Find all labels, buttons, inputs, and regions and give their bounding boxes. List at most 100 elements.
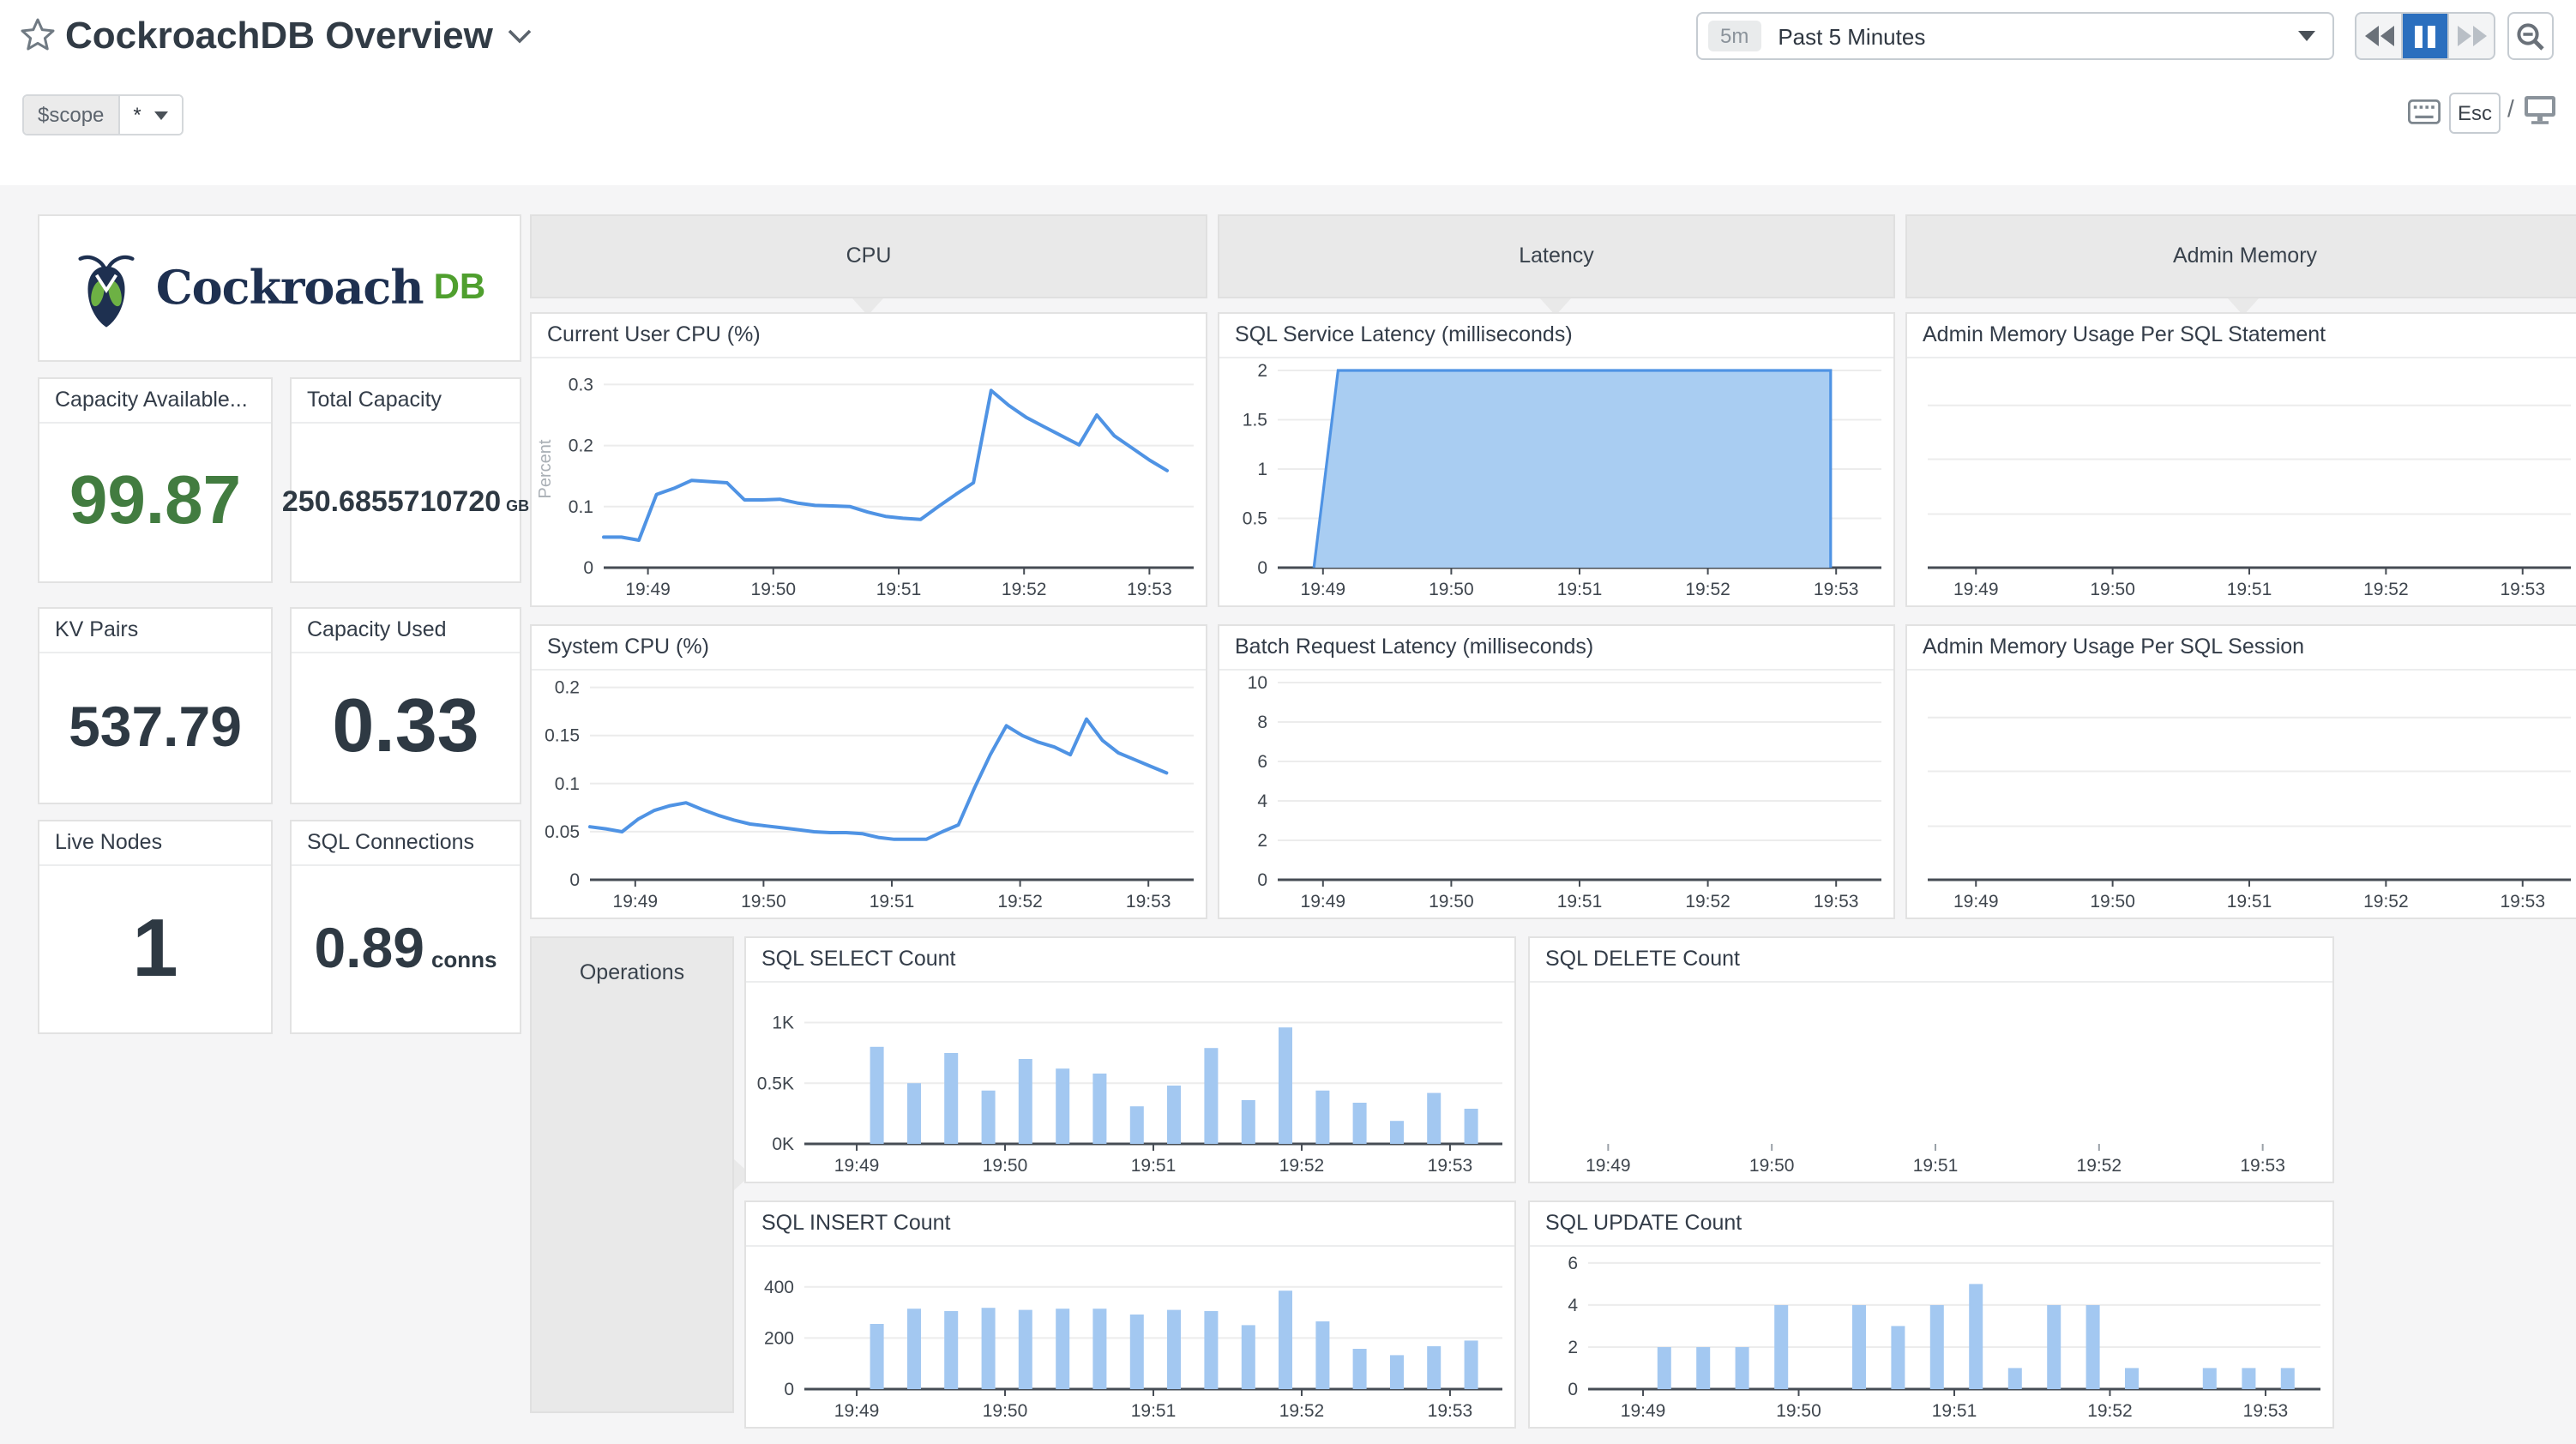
svg-text:19:52: 19:52 [997, 892, 1043, 912]
svg-text:19:53: 19:53 [1428, 1401, 1473, 1421]
svg-text:0.3: 0.3 [569, 375, 593, 394]
svg-text:19:52: 19:52 [2363, 892, 2409, 912]
stat-value: 0.89 conns [314, 916, 497, 979]
svg-text:19:50: 19:50 [983, 1156, 1028, 1176]
svg-text:0: 0 [1257, 558, 1267, 578]
chevron-down-icon[interactable] [508, 29, 532, 45]
svg-text:19:53: 19:53 [1126, 892, 1171, 912]
svg-text:19:53: 19:53 [1814, 580, 1859, 599]
scope-value[interactable]: * [117, 96, 183, 134]
keyboard-icon[interactable] [2408, 99, 2441, 125]
svg-text:0: 0 [1568, 1380, 1578, 1399]
zoom-out-button[interactable] [2507, 12, 2554, 60]
svg-text:0.1: 0.1 [569, 497, 593, 517]
stat-card-sql-connections[interactable]: SQL Connections 0.89 conns [290, 820, 521, 1034]
bar-chart-sql-select[interactable]: 0K 0.5K 1K 19:49 19:50 19:51 19:52 19:53 [746, 981, 1514, 1182]
line-chart-system-cpu[interactable]: 0 0.05 0.1 0.15 0.2 19:49 19:50 19:51 19:52 19:53 [532, 669, 1206, 918]
playback-controls [2355, 12, 2495, 60]
svg-text:19:50: 19:50 [1749, 1156, 1795, 1176]
chevron-down-icon [2298, 31, 2315, 41]
group-header-admin-memory: Admin Memory [1905, 214, 2576, 298]
svg-text:0.1: 0.1 [555, 774, 580, 794]
panel-title: Admin Memory Usage Per SQL Statement [1907, 314, 2576, 358]
svg-text:4: 4 [1568, 1296, 1578, 1315]
panel-current-user-cpu: Current User CPU (%) 0 0.1 0.2 0.3 19:49 19:5… [530, 312, 1207, 607]
svg-text:8: 8 [1257, 713, 1267, 732]
panel-title: SQL UPDATE Count [1530, 1202, 2332, 1247]
group-header-cpu: CPU [530, 214, 1207, 298]
svg-text:0: 0 [583, 558, 593, 578]
svg-text:0: 0 [784, 1380, 794, 1399]
stat-unit: GB [506, 496, 530, 514]
panel-admin-memory-session: Admin Memory Usage Per SQL Session 19:49… [1905, 624, 2576, 919]
stat-value: 250.6855710720 GB [281, 484, 530, 517]
panel-system-cpu: System CPU (%) 0 0.05 0.1 0.15 0.2 19:49 19:50… [530, 624, 1207, 919]
svg-text:0.5: 0.5 [1243, 509, 1267, 529]
fast-forward-button[interactable] [2447, 14, 2494, 58]
dashboard: CockroachDB Overview 5m Past 5 Minutes $… [0, 0, 2576, 1444]
group-label: Operations [579, 960, 685, 984]
stat-card-total-capacity[interactable]: Total Capacity 250.6855710720 GB [282, 377, 529, 583]
svg-text:200: 200 [764, 1328, 794, 1348]
tv-mode-icon[interactable] [2525, 96, 2555, 125]
svg-text:19:53: 19:53 [2500, 580, 2545, 599]
chart-sql-delete[interactable]: 19:49 19:50 19:51 19:52 19:53 [1530, 981, 2332, 1182]
svg-text:0.15: 0.15 [545, 726, 580, 746]
svg-text:4: 4 [1257, 791, 1267, 811]
pause-button[interactable] [2401, 14, 2447, 58]
panel-title: Current User CPU (%) [532, 314, 1206, 358]
chart-admin-memory-statement[interactable]: 19:49 19:50 19:51 19:52 19:53 [1907, 357, 2576, 605]
chart-admin-memory-session[interactable]: 19:49 19:50 19:51 19:52 19:53 [1907, 669, 2576, 918]
esc-button[interactable]: Esc [2449, 93, 2501, 134]
bar-chart-sql-update[interactable]: 0 2 4 6 19:49 19:50 19:51 19:52 19:53 [1530, 1245, 2332, 1427]
stat-card-live-nodes[interactable]: Live Nodes 1 [38, 820, 273, 1034]
area-chart-sql-service-latency[interactable]: 0 0.5 1 1.5 2 19:49 19:50 19:51 19:52 19:53 [1219, 357, 1893, 605]
cockroachdb-logo-card: Cockroach DB [38, 214, 521, 362]
panel-title: SQL SELECT Count [746, 938, 1514, 983]
svg-text:0.5K: 0.5K [757, 1074, 794, 1093]
group-header-operations: Operations [530, 936, 734, 1413]
svg-text:19:52: 19:52 [1279, 1156, 1325, 1176]
svg-text:19:51: 19:51 [2227, 892, 2272, 912]
svg-text:19:49: 19:49 [1301, 892, 1346, 912]
svg-text:19:50: 19:50 [2090, 892, 2135, 912]
panel-sql-update-count: SQL UPDATE Count 0 2 4 6 19:49 19:50 19:51 19:5… [1528, 1200, 2334, 1429]
svg-text:19:49: 19:49 [834, 1156, 880, 1176]
svg-text:19:53: 19:53 [2243, 1401, 2289, 1421]
svg-text:19:52: 19:52 [1279, 1401, 1325, 1421]
svg-text:19:51: 19:51 [876, 580, 922, 599]
stat-title: Total Capacity [292, 379, 520, 424]
rewind-icon [2364, 26, 2393, 46]
stat-card-capacity-used[interactable]: Capacity Used 0.33 [290, 607, 521, 804]
stat-card-kv-pairs[interactable]: KV Pairs 537.79 [38, 607, 273, 804]
svg-text:19:51: 19:51 [1131, 1401, 1177, 1421]
bar-chart-sql-insert[interactable]: 0 200 400 19:49 19:50 19:51 19:52 19:53 [746, 1245, 1514, 1427]
svg-text:19:50: 19:50 [1776, 1401, 1821, 1421]
stat-value: 99.87 [69, 463, 242, 538]
time-range-picker[interactable]: 5m Past 5 Minutes [1696, 12, 2334, 60]
panel-title: Batch Request Latency (milliseconds) [1219, 626, 1893, 671]
svg-text:19:50: 19:50 [751, 580, 797, 599]
svg-text:2: 2 [1257, 831, 1267, 851]
stat-card-capacity-available[interactable]: Capacity Available... 99.87 [38, 377, 273, 583]
brand-wordmark: Cockroach [155, 262, 424, 315]
chart-batch-request-latency[interactable]: 0 2 4 6 8 10 19:49 19:50 19:51 19:52 19:53 [1219, 669, 1893, 918]
svg-text:0.2: 0.2 [555, 678, 580, 698]
svg-text:0: 0 [1257, 870, 1267, 890]
svg-text:19:49: 19:49 [1621, 1401, 1666, 1421]
panel-title: Admin Memory Usage Per SQL Session [1907, 626, 2576, 671]
svg-text:Percent: Percent [536, 439, 555, 498]
svg-text:19:52: 19:52 [1685, 580, 1730, 599]
star-icon[interactable] [21, 17, 55, 51]
chevron-down-icon [154, 111, 169, 119]
panel-title: SQL INSERT Count [746, 1202, 1514, 1247]
scope-template-selector[interactable]: $scope * [22, 94, 184, 135]
svg-text:1.5: 1.5 [1243, 411, 1267, 430]
line-chart-current-user-cpu[interactable]: 0 0.1 0.2 0.3 19:49 19:50 19:51 19:52 19:53 Perce… [532, 357, 1206, 605]
rewind-button[interactable] [2356, 14, 2401, 58]
slash-separator: / [2507, 94, 2514, 122]
svg-text:19:51: 19:51 [870, 892, 915, 912]
panel-batch-request-latency: Batch Request Latency (milliseconds) 0 2 4… [1218, 624, 1895, 919]
svg-text:1: 1 [1257, 460, 1267, 479]
fast-forward-icon [2457, 26, 2486, 46]
